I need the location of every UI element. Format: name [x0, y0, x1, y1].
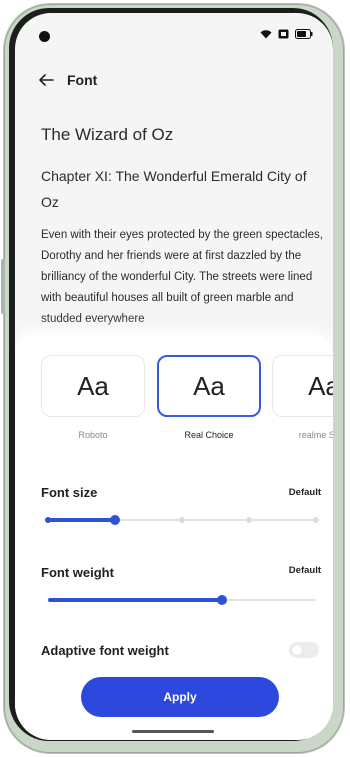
font-size-value: Default	[288, 487, 321, 498]
home-indicator[interactable]	[132, 730, 214, 733]
battery-icon	[295, 29, 313, 39]
font-settings-sheet: Aa Roboto Aa Real Choice Aa realme Sans …	[15, 335, 333, 740]
font-option-roboto[interactable]: Aa	[41, 355, 145, 417]
status-bar	[15, 13, 333, 53]
font-option-real-choice[interactable]: Aa	[157, 355, 261, 417]
font-size-label: Font size	[41, 485, 98, 500]
slider-fill	[48, 598, 223, 602]
slider-fill	[48, 518, 115, 522]
status-icons	[260, 29, 313, 39]
font-sample: Aa	[193, 370, 225, 401]
font-size-tick[interactable]	[313, 517, 319, 523]
slider-thumb[interactable]	[110, 515, 120, 525]
font-picker: Aa Roboto Aa Real Choice Aa realme Sans	[41, 355, 333, 445]
preview-paragraph: Even with their eyes protected by the gr…	[41, 229, 323, 325]
font-option-realme-sans[interactable]: Aa	[272, 355, 333, 417]
font-size-tick[interactable]	[179, 517, 185, 523]
adaptive-font-weight-label: Adaptive font weight	[41, 643, 169, 658]
font-option-label: realme Sans	[298, 430, 333, 440]
adaptive-font-weight-toggle[interactable]	[289, 642, 319, 658]
wifi-icon	[260, 29, 272, 39]
slider-thumb[interactable]	[217, 595, 228, 605]
page-title: Font	[67, 72, 98, 88]
sim-icon	[278, 29, 289, 39]
font-option-label: Real Choice	[184, 430, 234, 440]
font-sample: Aa	[77, 370, 109, 401]
font-weight-slider[interactable]	[48, 593, 316, 607]
font-size-slider[interactable]	[45, 513, 319, 527]
font-weight-value: Default	[288, 565, 321, 576]
font-sample: Aa	[308, 370, 333, 401]
apply-button[interactable]: Apply	[81, 677, 279, 717]
font-size-tick[interactable]	[246, 517, 252, 523]
font-weight-label: Font weight	[41, 565, 114, 580]
font-preview: The Wizard of Oz Chapter XI: The Wonderf…	[41, 125, 323, 330]
font-option-label: Roboto	[78, 430, 108, 440]
font-size-tick[interactable]	[45, 517, 51, 523]
front-camera	[39, 31, 50, 42]
screen: Font The Wizard of Oz Chapter XI: The Wo…	[15, 13, 333, 740]
preview-book-title: The Wizard of Oz	[41, 125, 174, 144]
toggle-knob	[292, 645, 302, 655]
preview-chapter-title: Chapter XI: The Wonderful Emerald City o…	[41, 168, 307, 210]
app-bar: Font	[37, 71, 97, 89]
arrow-left-icon[interactable]	[37, 71, 55, 89]
